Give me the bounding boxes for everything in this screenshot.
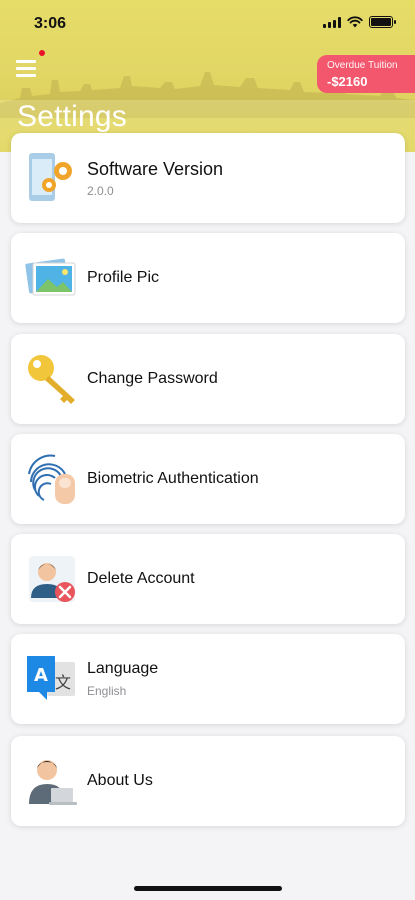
tuition-label: Overdue Tuition: [327, 60, 398, 71]
settings-item-delete-account[interactable]: Delete Account: [11, 534, 405, 624]
tuition-amount: -$2160: [327, 74, 368, 89]
settings-item-change-password[interactable]: Change Password: [11, 334, 405, 424]
svg-text:文: 文: [55, 673, 71, 692]
notification-dot: [39, 50, 45, 56]
overdue-tuition-badge[interactable]: Overdue Tuition -$2160: [317, 55, 415, 93]
settings-item-about-us[interactable]: About Us: [11, 736, 405, 826]
item-sublabel: 2.0.0: [87, 184, 114, 198]
menu-button[interactable]: [16, 60, 38, 78]
person-laptop-icon: [29, 760, 77, 805]
item-label: Language: [87, 660, 159, 677]
item-label: Software Version: [87, 159, 224, 179]
battery-icon: [369, 16, 396, 28]
settings-item-language[interactable]: 文 A Language English: [11, 634, 405, 724]
picture-icon: [25, 258, 76, 296]
page-title: Settings: [17, 100, 127, 133]
cellular-signal-icon: [323, 16, 341, 28]
wifi-icon: [347, 16, 363, 28]
item-sublabel: English: [87, 684, 127, 698]
key-icon: [28, 355, 75, 404]
item-label: Biometric Authentication: [87, 470, 259, 487]
status-icons: [323, 16, 396, 28]
settings-item-software-version[interactable]: Software Version 2.0.0: [11, 133, 405, 223]
status-bar: 3:06: [0, 0, 415, 48]
svg-text:A: A: [34, 665, 48, 686]
fingerprint-icon: [28, 454, 75, 504]
status-time: 3:06: [34, 15, 67, 32]
item-label: Delete Account: [87, 570, 195, 587]
settings-item-biometric-authentication[interactable]: Biometric Authentication: [11, 434, 405, 524]
settings-item-profile-pic[interactable]: Profile Pic: [11, 233, 405, 323]
delete-user-icon: [29, 556, 75, 602]
item-label: Change Password: [87, 370, 218, 387]
home-indicator: [134, 886, 282, 891]
item-label: About Us: [87, 772, 153, 789]
software-settings-icon: [29, 153, 72, 201]
translate-icon: 文 A: [27, 656, 75, 700]
item-label: Profile Pic: [87, 269, 160, 286]
